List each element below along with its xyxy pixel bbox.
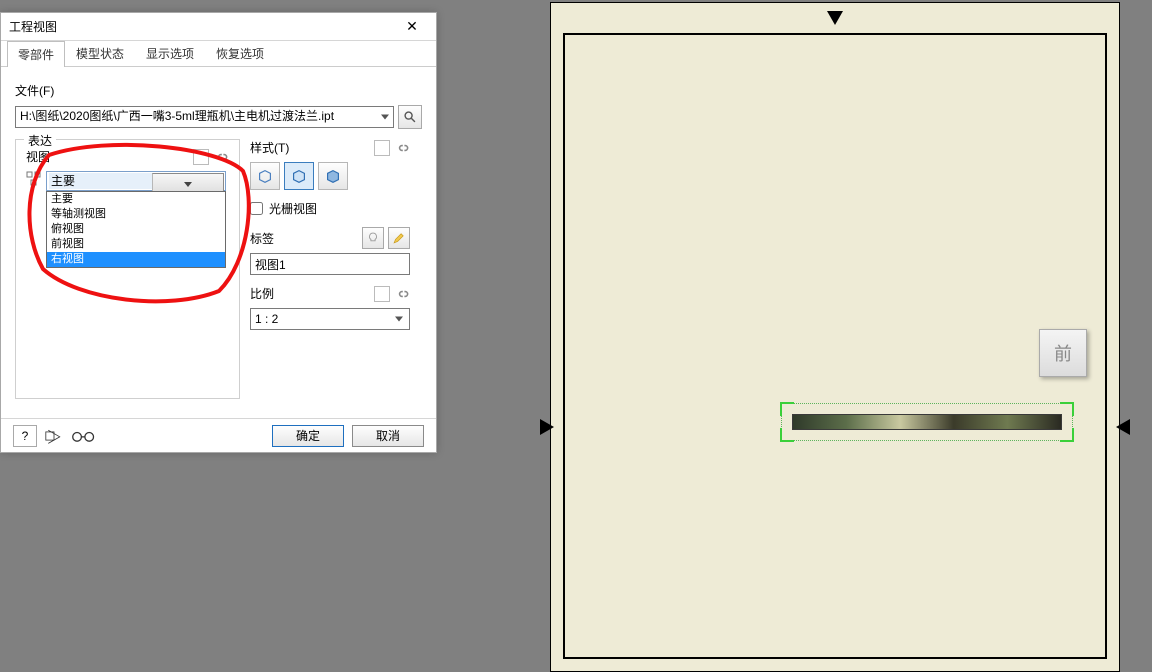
representation-group: 表达 视图 主要 [15,139,240,399]
help-button[interactable]: ? [13,425,37,447]
view-option[interactable]: 前视图 [47,237,225,252]
ok-button[interactable]: 确定 [272,425,344,447]
drawing-canvas[interactable]: 前 [456,0,1152,657]
drawing-sheet: 前 [550,2,1120,672]
sheet-border [563,33,1107,659]
search-icon [403,110,417,124]
tab-recovery-options[interactable]: 恢复选项 [205,40,275,66]
close-button[interactable]: ✕ [392,16,432,38]
tab-display-options[interactable]: 显示选项 [135,40,205,66]
pencil-icon [392,231,406,245]
inherit-scale-icon [374,286,390,302]
cube-shaded-icon [324,167,342,185]
tab-component[interactable]: 零部件 [7,41,65,67]
file-path-text: H:\图纸\2020图纸\广西一嘴3-5ml理瓶机\主电机过渡法兰.ipt [20,109,334,123]
appearance-group: 样式(T) 光栅视图 标签 [250,139,410,399]
tag-input[interactable] [250,253,410,275]
style-hidden-line-button[interactable] [250,162,280,190]
tab-model-state[interactable]: 模型状态 [65,40,135,66]
view-option[interactable]: 俯视图 [47,222,225,237]
view-option[interactable]: 等轴测视图 [47,207,225,222]
raster-view-label: 光栅视图 [269,200,317,217]
tag-label: 标签 [250,230,274,247]
pin-toggle-icon[interactable] [45,428,63,444]
drawing-view-dialog: 工程视图 ✕ 零部件 模型状态 显示选项 恢复选项 文件(F) H:\图纸\20… [0,12,437,453]
orientation-arrow-top-icon [827,11,843,25]
model-preview-icon [792,414,1062,430]
view-orientation-combo[interactable]: 主要 [46,171,226,191]
selection-corner-icon [780,428,794,442]
cancel-button[interactable]: 取消 [352,425,424,447]
orientation-arrow-left-icon [540,419,554,435]
file-path-combo[interactable]: H:\图纸\2020图纸\广西一嘴3-5ml理瓶机\主电机过渡法兰.ipt [15,106,394,128]
link-icon[interactable] [394,286,410,302]
lightbulb-icon [366,231,380,245]
browse-file-button[interactable] [398,105,422,129]
style-shaded-button[interactable] [318,162,348,190]
chevron-down-icon [381,115,389,120]
view-option[interactable]: 右视图 [47,252,225,267]
orientation-arrow-right-icon [1116,419,1130,435]
tab-strip: 零部件 模型状态 显示选项 恢复选项 [1,41,436,67]
edit-tag-button[interactable] [388,227,410,249]
dialog-body: 文件(F) H:\图纸\2020图纸\广西一嘴3-5ml理瓶机\主电机过渡法兰.… [1,68,436,418]
viewcube-front[interactable]: 前 [1039,329,1087,377]
link-icon[interactable] [394,140,410,156]
placed-view-preview[interactable] [781,403,1073,441]
view-tree-icon [26,171,42,187]
selection-corner-icon [1060,402,1074,416]
file-label: 文件(F) [15,82,422,99]
cube-icon [290,167,308,185]
selection-corner-icon [1060,428,1074,442]
link-icon[interactable] [213,149,229,165]
associative-icon [193,149,209,165]
representation-legend: 表达 [24,132,56,149]
view-label: 视图 [26,148,50,165]
titlebar[interactable]: 工程视图 ✕ [1,13,436,41]
raster-view-checkbox[interactable]: 光栅视图 [250,200,410,217]
cube-wire-icon [256,167,274,185]
inherit-style-icon [374,140,390,156]
tag-visibility-button[interactable] [362,227,384,249]
dialog-title: 工程视图 [9,18,392,35]
style-hidden-line-removed-button[interactable] [284,162,314,190]
view-orientation-dropdown[interactable]: 主要 等轴测视图 俯视图 前视图 右视图 [46,191,226,268]
raster-view-input[interactable] [250,202,263,215]
scale-label: 比例 [250,285,274,302]
dialog-footer: ? 确定 取消 [1,418,436,452]
view-option[interactable]: 主要 [47,192,225,207]
glasses-icon[interactable] [71,428,97,444]
scale-combo[interactable]: 1 : 2 [250,308,410,330]
style-label: 样式(T) [250,139,289,156]
scale-value: 1 : 2 [255,312,278,326]
